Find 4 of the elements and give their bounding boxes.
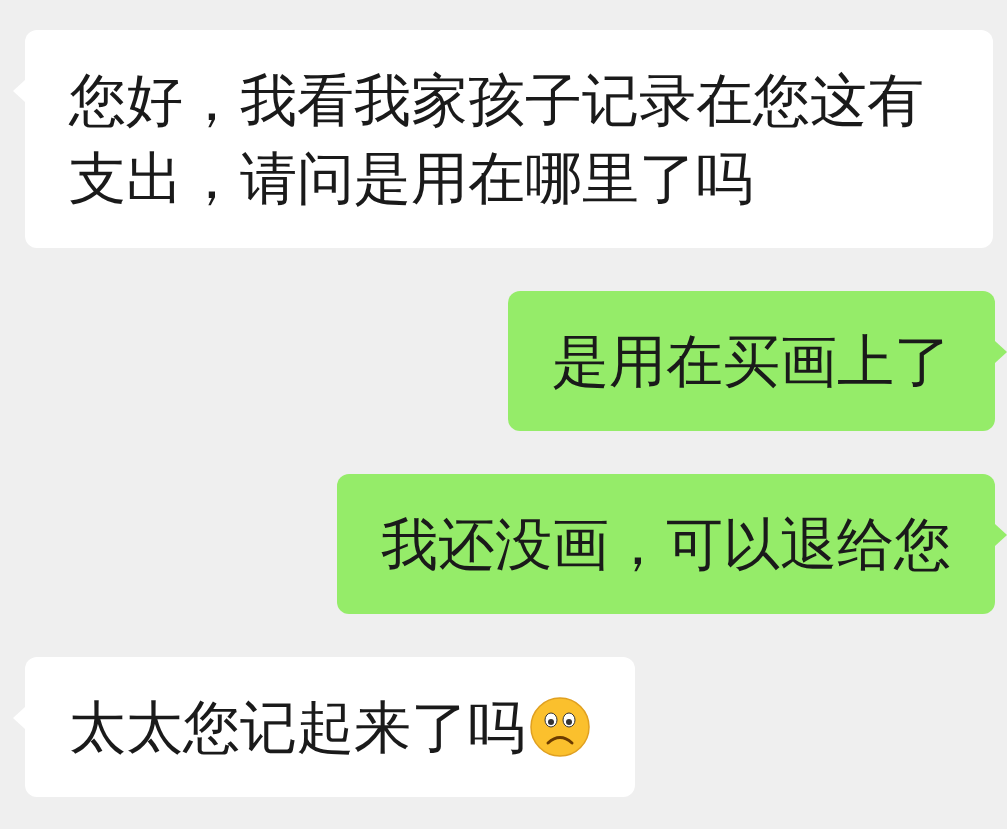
message-text: 太太您记起来了吗 (69, 693, 525, 762)
message-text: 是用在买画上了 (552, 327, 951, 396)
message-text: 我还没画，可以退给您 (381, 510, 951, 579)
message-text: 您好，我看我家孩子记录在您这有支出，请问是用在哪里了吗 (69, 66, 925, 213)
